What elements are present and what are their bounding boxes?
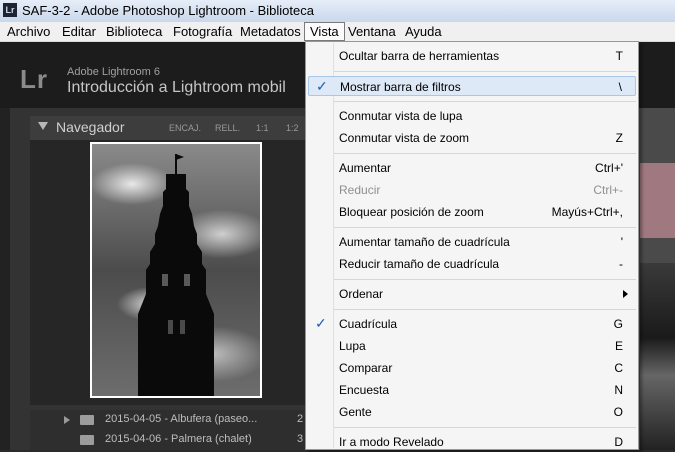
checkmark-icon: ✓ bbox=[315, 315, 327, 331]
menu-separator bbox=[334, 71, 636, 72]
checkmark-icon: ✓ bbox=[316, 78, 328, 94]
catalog-name: Introducción a Lightroom mobil bbox=[67, 79, 286, 96]
navigator-header[interactable]: Navegador ENCAJ. RELL. 1:1 1:2 bbox=[30, 116, 305, 140]
menu-item-zoom-out: Reducir Ctrl+- bbox=[308, 180, 636, 200]
menu-item-toggle-zoom[interactable]: Conmutar vista de zoom Z bbox=[308, 128, 636, 148]
tower-silhouette bbox=[138, 154, 214, 396]
menu-item-label: Conmutar vista de lupa bbox=[339, 109, 463, 123]
menu-item-label: Aumentar bbox=[339, 161, 392, 175]
folder-icon bbox=[80, 415, 94, 425]
menu-separator bbox=[334, 153, 636, 154]
menu-item-shortcut: C bbox=[614, 361, 623, 375]
menu-editar[interactable]: Editar bbox=[57, 22, 101, 41]
navigator-preview[interactable] bbox=[30, 140, 305, 405]
menu-ventana[interactable]: Ventana bbox=[343, 22, 401, 41]
zoom-fit-option[interactable]: ENCAJ. bbox=[169, 123, 201, 133]
folder-list: 2015-04-05 - Albufera (paseo... 2 2015-0… bbox=[30, 410, 305, 450]
menu-item-loupe[interactable]: Lupa E bbox=[308, 336, 636, 356]
left-panel: Navegador ENCAJ. RELL. 1:1 1:2 2015-04-0… bbox=[0, 108, 305, 450]
menu-item-zoom-in[interactable]: Aumentar Ctrl+' bbox=[308, 158, 636, 178]
menu-item-show-filter-bar[interactable]: ✓ Mostrar barra de filtros \ bbox=[308, 76, 636, 96]
zoom-1-1-option[interactable]: 1:1 bbox=[256, 123, 269, 133]
selected-cell-highlight bbox=[640, 163, 675, 238]
menu-item-increase-grid[interactable]: Aumentar tamaño de cuadrícula ' bbox=[308, 232, 636, 252]
menu-item-shortcut: \ bbox=[618, 80, 622, 94]
menu-item-label: Ordenar bbox=[339, 287, 384, 301]
menu-ayuda[interactable]: Ayuda bbox=[400, 22, 447, 41]
menu-item-label: Gente bbox=[339, 405, 372, 419]
window-title: SAF-3-2 - Adobe Photoshop Lightroom - Bi… bbox=[22, 3, 314, 18]
menu-fotografia[interactable]: Fotografía bbox=[168, 22, 237, 41]
menu-item-label: Bloquear posición de zoom bbox=[339, 205, 484, 219]
folder-count: 2 bbox=[297, 413, 304, 425]
tower-photo bbox=[92, 144, 260, 396]
submenu-arrow-icon bbox=[623, 290, 628, 298]
menu-item-toggle-loupe[interactable]: Conmutar vista de lupa bbox=[308, 106, 636, 126]
folder-item[interactable]: 2015-04-05 - Albufera (paseo... 2 bbox=[30, 410, 305, 430]
menu-item-shortcut: Ctrl+- bbox=[593, 183, 623, 197]
title-bar: Lr SAF-3-2 - Adobe Photoshop Lightroom -… bbox=[0, 0, 675, 22]
menu-item-label: Encuesta bbox=[339, 383, 390, 397]
zoom-1-2-option[interactable]: 1:2 bbox=[286, 123, 299, 133]
menu-item-shortcut: N bbox=[614, 383, 623, 397]
menu-item-survey[interactable]: Encuesta N bbox=[308, 380, 636, 400]
preview-photo-frame bbox=[90, 142, 262, 398]
menu-item-shortcut: G bbox=[613, 317, 623, 331]
menu-separator bbox=[334, 309, 636, 310]
menu-separator bbox=[334, 427, 636, 428]
menu-item-label: Aumentar tamaño de cuadrícula bbox=[339, 235, 510, 249]
menu-item-label: Cuadrícula bbox=[339, 317, 398, 331]
folder-name: 2015-04-05 - Albufera (paseo... bbox=[105, 413, 258, 425]
menu-item-shortcut: D bbox=[614, 435, 623, 449]
menu-metadatos[interactable]: Metadatos bbox=[235, 22, 306, 41]
panel-edge[interactable] bbox=[0, 108, 10, 450]
menu-item-shortcut: E bbox=[614, 339, 623, 353]
app-version: Adobe Lightroom 6 bbox=[67, 66, 160, 78]
menu-item-lock-zoom[interactable]: Bloquear posición de zoom Mayús+Ctrl+, bbox=[308, 202, 636, 222]
menu-item-shortcut: Z bbox=[615, 131, 623, 145]
menu-item-develop[interactable]: Ir a modo Revelado D bbox=[308, 432, 636, 452]
menu-item-shortcut: Mayús+Ctrl+, bbox=[551, 205, 623, 219]
menu-item-label: Comparar bbox=[339, 361, 393, 375]
folder-count: 3 bbox=[297, 433, 304, 445]
menu-item-grid[interactable]: ✓ Cuadrícula G bbox=[308, 314, 636, 334]
menu-item-label: Ocultar barra de herramientas bbox=[339, 49, 500, 63]
menu-item-label: Ir a modo Revelado bbox=[339, 435, 444, 449]
menu-item-people[interactable]: Gente O bbox=[308, 402, 636, 422]
menu-item-shortcut: T bbox=[615, 49, 623, 63]
menu-bar: Archivo Editar Biblioteca Fotografía Met… bbox=[0, 22, 675, 42]
zoom-fill-option[interactable]: RELL. bbox=[215, 123, 240, 133]
menu-item-hide-toolbar[interactable]: Ocultar barra de herramientas T bbox=[308, 46, 636, 66]
menu-item-label: Lupa bbox=[339, 339, 366, 353]
menu-archivo[interactable]: Archivo bbox=[2, 22, 55, 41]
menu-item-label: Reducir tamaño de cuadrícula bbox=[339, 257, 500, 271]
lightroom-logo: Lr bbox=[20, 64, 48, 94]
collapse-triangle-icon[interactable] bbox=[38, 122, 48, 130]
menu-item-shortcut: O bbox=[613, 405, 623, 419]
folder-name: 2015-04-06 - Palmera (chalet) bbox=[105, 433, 252, 445]
vista-dropdown-menu: Ocultar barra de herramientas T ✓ Mostra… bbox=[305, 41, 639, 450]
menu-separator bbox=[334, 227, 636, 228]
navigator-title: Navegador bbox=[56, 119, 125, 135]
grid-thumbnail[interactable] bbox=[640, 263, 675, 450]
lightroom-app-icon: Lr bbox=[3, 3, 17, 17]
menu-item-shortcut: - bbox=[619, 257, 623, 271]
folder-item[interactable]: 2015-04-06 - Palmera (chalet) 3 bbox=[30, 430, 305, 450]
menu-item-shortcut: ' bbox=[620, 235, 623, 249]
menu-item-shortcut: Ctrl+' bbox=[595, 161, 623, 175]
folder-icon bbox=[80, 435, 94, 445]
menu-vista[interactable]: Vista bbox=[304, 22, 345, 41]
menu-separator bbox=[334, 279, 636, 280]
menu-item-compare[interactable]: Comparar C bbox=[308, 358, 636, 378]
menu-item-label: Reducir bbox=[339, 183, 381, 197]
menu-separator bbox=[334, 101, 636, 102]
expand-triangle-icon[interactable] bbox=[64, 416, 70, 424]
menu-item-label: Mostrar barra de filtros bbox=[340, 80, 461, 94]
menu-item-label: Conmutar vista de zoom bbox=[339, 131, 470, 145]
menu-item-sort[interactable]: Ordenar bbox=[308, 284, 636, 304]
menu-item-decrease-grid[interactable]: Reducir tamaño de cuadrícula - bbox=[308, 254, 636, 274]
menu-biblioteca[interactable]: Biblioteca bbox=[101, 22, 167, 41]
